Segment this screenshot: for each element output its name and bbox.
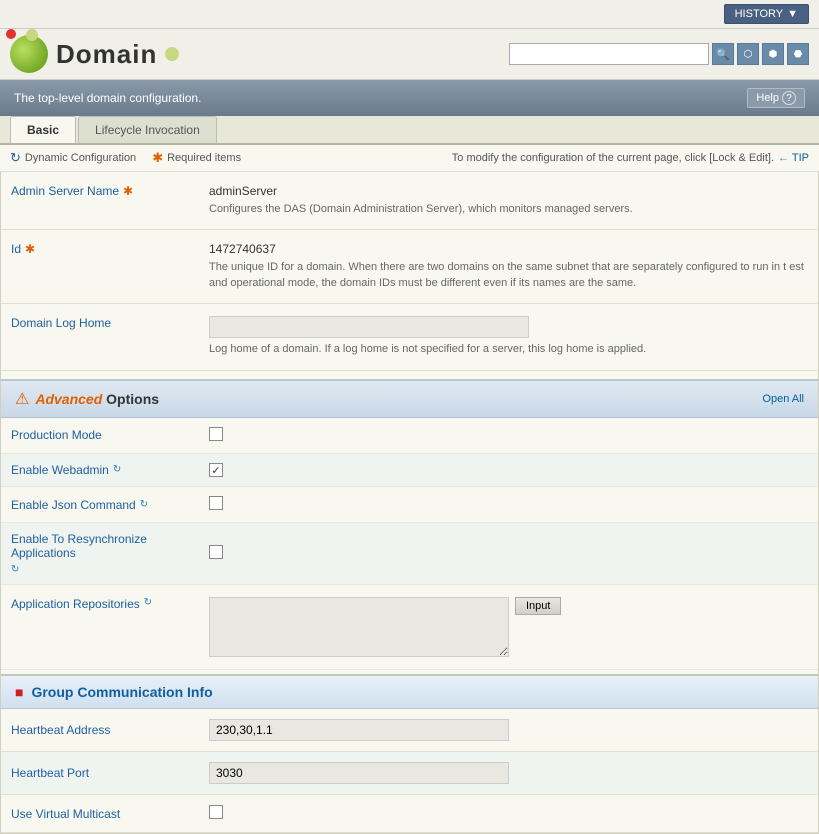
open-all-link[interactable]: Open All <box>762 393 804 405</box>
info-bar-text: The top-level domain configuration. <box>14 91 201 105</box>
advanced-section-icon: ⚠ <box>15 389 29 409</box>
heartbeat-address-label: Heartbeat Address <box>1 719 201 741</box>
resync-checkbox[interactable] <box>209 545 223 559</box>
history-button[interactable]: HISTORY ▼ <box>724 4 809 24</box>
required-items: ✱ Required items <box>152 150 241 166</box>
heartbeat-port-label: Heartbeat Port <box>1 762 201 784</box>
required-label: Required items <box>167 152 241 164</box>
tab-basic[interactable]: Basic <box>10 116 76 143</box>
adv-row-production-mode: Production Mode <box>1 418 818 454</box>
admin-server-desc: Configures the DAS (Domain Administratio… <box>209 202 810 217</box>
field-row-heartbeat-port: Heartbeat Port <box>1 752 818 795</box>
resync-sync-icon: ↻ <box>11 564 19 575</box>
app-repos-value: Input <box>201 593 818 661</box>
heartbeat-port-input[interactable] <box>209 762 509 784</box>
admin-server-text: adminServer <box>209 184 810 198</box>
webadmin-sync-icon: ↻ <box>113 464 121 475</box>
page-title: Domain <box>56 39 157 70</box>
id-value: 1472740637 The unique ID for a domain. W… <box>201 238 818 295</box>
admin-server-value: adminServer Configures the DAS (Domain A… <box>201 180 818 221</box>
log-home-label: Domain Log Home <box>1 312 201 334</box>
heartbeat-address-input[interactable] <box>209 719 509 741</box>
production-mode-checkbox[interactable] <box>209 427 223 441</box>
star-icon: ✱ <box>152 150 163 166</box>
virtual-multicast-value <box>201 801 818 826</box>
tab-lifecycle[interactable]: Lifecycle Invocation <box>78 116 217 143</box>
required-star: ✱ <box>123 184 133 198</box>
help-label: Help <box>756 92 779 104</box>
log-home-value: Log home of a domain. If a log home is n… <box>201 312 818 361</box>
adv-row-json-command: Enable Json Command ↻ <box>1 487 818 523</box>
json-command-label: Enable Json Command ↻ <box>1 494 201 516</box>
webadmin-value: ✓ <box>201 459 818 482</box>
app-repos-label: Application Repositories ↻ <box>1 593 201 615</box>
id-text: 1472740637 <box>209 242 810 256</box>
heartbeat-address-value <box>201 715 818 745</box>
webadmin-checkbox[interactable]: ✓ <box>209 463 223 477</box>
app-repos-textarea[interactable] <box>209 597 509 657</box>
adv-row-resync: Enable To Resynchronize Applications ↻ <box>1 523 818 585</box>
tip-text: To modify the configuration of the curre… <box>452 152 774 164</box>
admin-server-label: Admin Server Name ✱ <box>1 180 201 202</box>
resync-label: Enable To Resynchronize Applications ↻ <box>1 528 201 579</box>
field-row-log-home: Domain Log Home Log home of a domain. If… <box>1 304 818 370</box>
action-btn-2[interactable]: ⬢ <box>762 43 784 65</box>
config-bar: ↻ Dynamic Configuration ✱ Required items… <box>0 145 819 172</box>
adv-row-app-repos: Application Repositories ↻ Input <box>1 585 818 670</box>
adv-row-webadmin: Enable Webadmin ↻ ✓ <box>1 454 818 488</box>
action-btn-3[interactable]: ⬣ <box>787 43 809 65</box>
search-button[interactable]: 🔍 <box>712 43 734 65</box>
group-comm-title: Group Communication Info <box>31 684 212 700</box>
resync-value <box>201 541 818 566</box>
webadmin-label: Enable Webadmin ↻ <box>1 459 201 481</box>
id-desc: The unique ID for a domain. When there a… <box>209 260 810 291</box>
advanced-options-header: ⚠ Advanced Options Open All <box>1 379 818 418</box>
info-bar: The top-level domain configuration. Help… <box>0 80 819 116</box>
tab-bar: Basic Lifecycle Invocation <box>0 116 819 145</box>
logo-circle <box>10 35 48 73</box>
log-home-input[interactable] <box>209 316 529 338</box>
search-input[interactable] <box>509 43 709 65</box>
tip-link: ← TIP <box>778 152 809 164</box>
log-home-desc: Log home of a domain. If a log home is n… <box>209 342 810 357</box>
history-arrow-icon: ▼ <box>787 8 798 20</box>
action-btn-1[interactable]: ⬡ <box>737 43 759 65</box>
help-button[interactable]: Help ? <box>747 88 805 108</box>
json-command-value <box>201 492 818 517</box>
group-comm-header: ■ Group Communication Info <box>1 674 818 709</box>
history-label: HISTORY <box>735 8 784 20</box>
main-content: Admin Server Name ✱ adminServer Configur… <box>0 172 819 834</box>
help-icon: ? <box>782 91 796 105</box>
virtual-multicast-label: Use Virtual Multicast <box>1 803 201 825</box>
app-repos-input-button[interactable]: Input <box>515 597 561 615</box>
heartbeat-port-value <box>201 758 818 788</box>
field-row-admin-server: Admin Server Name ✱ adminServer Configur… <box>1 172 818 230</box>
production-mode-label: Production Mode <box>1 424 201 446</box>
dynamic-config: ↻ Dynamic Configuration <box>10 150 136 166</box>
title-dot <box>165 47 179 61</box>
app-repos-sync-icon: ↻ <box>144 597 152 608</box>
search-area: 🔍 ⬡ ⬢ ⬣ <box>509 43 809 65</box>
json-sync-icon: ↻ <box>140 499 148 510</box>
field-row-heartbeat-address: Heartbeat Address <box>1 709 818 752</box>
group-comm-icon: ■ <box>15 684 23 700</box>
advanced-section-title: Advanced Options <box>35 391 159 407</box>
id-label: Id ✱ <box>1 238 201 260</box>
id-required-star: ✱ <box>25 242 35 256</box>
json-command-checkbox[interactable] <box>209 496 223 510</box>
header-left: Domain <box>10 35 179 73</box>
field-row-virtual-multicast: Use Virtual Multicast <box>1 795 818 833</box>
dynamic-config-icon: ↻ <box>10 150 21 166</box>
field-row-id: Id ✱ 1472740637 The unique ID for a doma… <box>1 230 818 304</box>
production-mode-value <box>201 423 818 448</box>
virtual-multicast-checkbox[interactable] <box>209 805 223 819</box>
dynamic-config-label: Dynamic Configuration <box>25 152 136 164</box>
